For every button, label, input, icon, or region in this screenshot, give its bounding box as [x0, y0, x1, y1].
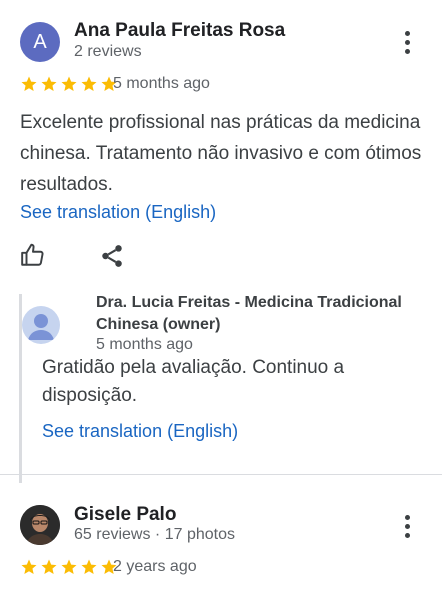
review-date: 5 months ago	[113, 75, 210, 92]
reply-text: Gratidão pela avaliação. Continuo a disp…	[42, 357, 345, 406]
thumb-up-icon[interactable]	[20, 242, 46, 268]
more-options-icon[interactable]	[395, 26, 419, 58]
person-icon	[28, 314, 54, 340]
reviewer-name[interactable]: Ana Paula Freitas Rosa	[74, 20, 285, 42]
avatar[interactable]	[20, 505, 60, 545]
reply-date: 5 months ago	[96, 336, 193, 353]
star-icon	[80, 558, 98, 576]
see-translation-link[interactable]: See translation (English)	[20, 202, 216, 223]
star-rating	[20, 558, 118, 576]
more-options-icon[interactable]	[395, 510, 419, 542]
reviewer-name[interactable]: Gisele Palo	[74, 504, 176, 526]
reviewer-meta: 65 reviews · 17 photos	[74, 526, 235, 543]
star-icon	[40, 558, 58, 576]
avatar[interactable]: A	[20, 22, 60, 62]
star-icon	[60, 75, 78, 93]
star-icon	[80, 75, 98, 93]
review-text: Excelente profissional nas práticas da m…	[20, 112, 422, 195]
divider	[0, 474, 442, 475]
star-rating	[20, 75, 118, 93]
owner-name[interactable]: Dra. Lucia Freitas - Medicina Tradiciona…	[96, 292, 426, 336]
star-icon	[60, 558, 78, 576]
reply-see-translation-link[interactable]: See translation (English)	[42, 421, 238, 442]
review-date: 2 years ago	[113, 558, 197, 575]
star-icon	[40, 75, 58, 93]
star-icon	[20, 558, 38, 576]
reviewer-meta: 2 reviews	[74, 43, 142, 60]
profile-photo-icon	[20, 505, 60, 545]
owner-avatar[interactable]	[22, 306, 60, 344]
star-icon	[20, 75, 38, 93]
share-icon[interactable]	[99, 243, 125, 269]
